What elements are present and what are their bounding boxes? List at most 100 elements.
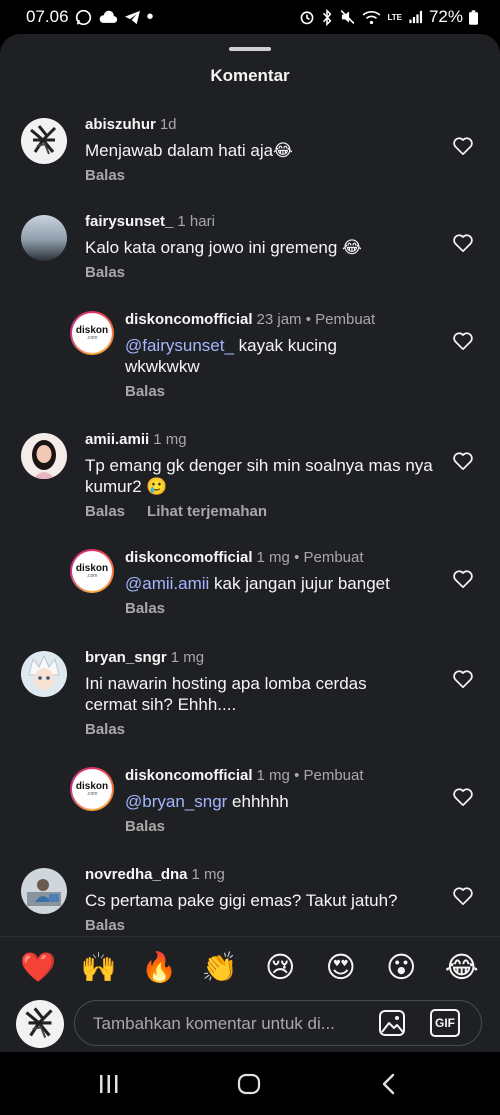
reply-button[interactable]: Balas: [85, 503, 125, 520]
reply-button[interactable]: Balas: [85, 917, 125, 934]
status-right: LTE 72%: [299, 7, 478, 27]
comment-username[interactable]: amii.amii: [85, 431, 149, 448]
heart-icon[interactable]: [452, 136, 474, 156]
my-avatar[interactable]: [16, 1000, 64, 1048]
recent-apps-icon[interactable]: [98, 1074, 120, 1094]
reply-button[interactable]: Balas: [125, 383, 165, 400]
reaction-heart[interactable]: ❤️: [18, 951, 58, 985]
reaction-crying[interactable]: 😢: [260, 950, 300, 985]
reply-button[interactable]: Balas: [85, 721, 125, 738]
drag-handle[interactable]: [229, 47, 271, 51]
comment-actions: Balas: [85, 721, 415, 738]
comment-time: 1 mg: [170, 649, 205, 666]
comment-time: 1 mg: [153, 431, 187, 448]
telegram-icon: [124, 10, 140, 24]
mention-link[interactable]: @fairysunset_: [125, 336, 234, 355]
avatar[interactable]: [21, 433, 67, 479]
comment-header: fairysunset_ 1 hari: [85, 213, 415, 231]
comment-input[interactable]: Tambahkan komentar untuk di... GIF: [74, 1000, 482, 1046]
heart-icon[interactable]: [452, 331, 474, 351]
mute-icon: [340, 10, 355, 24]
mention-link[interactable]: @bryan_sngr: [125, 792, 227, 811]
comment-time: 1 mg: [256, 767, 290, 784]
status-time: 07.06: [26, 7, 69, 26]
gif-button[interactable]: GIF: [430, 1009, 460, 1037]
comment-actions: Balas: [125, 600, 455, 617]
comment-text: @bryan_sngr ehhhhh: [125, 791, 455, 812]
comment-body: diskoncomofficial 23 jam • Pembuat @fairy…: [125, 311, 455, 400]
comment-actions: Balas: [85, 167, 415, 184]
avatar-portrait-image: [32, 440, 56, 479]
heart-icon[interactable]: [452, 787, 474, 807]
reaction-raised-hands[interactable]: 🙌: [79, 951, 119, 985]
diskon-logo-sub: .com: [86, 790, 98, 797]
comment-header: diskoncomofficial 1 mg • Pembuat: [125, 549, 455, 567]
see-translation-button[interactable]: Lihat terjemahan: [147, 503, 267, 520]
heart-icon[interactable]: [452, 569, 474, 589]
comment-time: 1d: [159, 116, 177, 133]
comment-body: abiszuhur 1d Menjawab dalam hati aja😂 Bal…: [85, 116, 415, 184]
network-label: LTE: [387, 12, 402, 22]
comments-sheet: Komentar abiszuhur 1d Menjawab dalam hati…: [0, 34, 500, 1052]
reply-button[interactable]: Balas: [85, 167, 125, 184]
home-icon[interactable]: [237, 1073, 261, 1095]
comment-composer: Tambahkan komentar untuk di... GIF: [0, 998, 500, 1052]
avatar-diskon[interactable]: diskon .com: [70, 311, 114, 355]
comment-time: 23 jam: [256, 311, 302, 328]
avatar-diskon[interactable]: diskon .com: [70, 767, 114, 811]
heart-icon[interactable]: [452, 233, 474, 253]
comment-header: diskoncomofficial 23 jam • Pembuat: [125, 311, 455, 329]
avatar-diskon[interactable]: diskon .com: [70, 549, 114, 593]
comment-text: Cs pertama pake gigi emas? Takut jatuh?: [85, 891, 398, 910]
avatar[interactable]: [21, 651, 67, 697]
diskon-logo: diskon .com: [72, 551, 112, 591]
comment-text: Kalo kata orang jowo ini gremeng 😂: [85, 238, 362, 257]
heart-icon[interactable]: [452, 451, 474, 471]
reply-button[interactable]: Balas: [85, 264, 125, 281]
mention-link[interactable]: @amii.amii: [125, 574, 209, 593]
reaction-surprised[interactable]: 😮: [381, 950, 421, 985]
reply-button[interactable]: Balas: [125, 818, 165, 835]
creator-badge: • Pembuat: [294, 549, 364, 566]
avatar-sketch-image: [30, 125, 57, 155]
comment-username[interactable]: novredha_dna: [85, 866, 188, 883]
comment-text: Menjawab dalam hati aja😂: [85, 141, 293, 160]
status-left: 07.06 •: [26, 7, 154, 27]
comment-text-content: ehhhhh: [227, 792, 289, 811]
reaction-heart-eyes[interactable]: 😍: [321, 950, 361, 985]
avatar[interactable]: [21, 868, 67, 914]
comment-username[interactable]: bryan_sngr: [85, 649, 167, 666]
reaction-fire[interactable]: 🔥: [139, 951, 179, 985]
creator-badge: • Pembuat: [294, 767, 364, 784]
comment-time: 1 hari: [177, 213, 215, 230]
heart-icon[interactable]: [452, 669, 474, 689]
comment-text-content: kak jangan jujur banget: [209, 574, 390, 593]
comment-username[interactable]: diskoncomofficial: [125, 549, 253, 566]
diskon-logo: diskon .com: [72, 313, 112, 353]
comment-actions: Balas: [125, 383, 455, 400]
creator-badge: • Pembuat: [305, 311, 376, 328]
avatar[interactable]: [21, 118, 67, 164]
system-navigation-bar: [0, 1052, 500, 1115]
comment-username[interactable]: abiszuhur: [85, 116, 156, 133]
comment-username[interactable]: fairysunset_: [85, 213, 173, 230]
battery-icon: [469, 9, 478, 25]
comment-text: Tp emang gk denger sih min soalnya mas n…: [85, 456, 433, 496]
reaction-clap[interactable]: 👏: [200, 951, 240, 985]
image-icon[interactable]: [378, 1009, 406, 1037]
heart-icon[interactable]: [452, 886, 474, 906]
back-icon[interactable]: [381, 1073, 397, 1095]
diskon-logo-text: diskon: [75, 780, 109, 792]
reply-button[interactable]: Balas: [125, 600, 165, 617]
avatar-photo-image: [27, 879, 61, 906]
status-bar: 07.06 • LTE 72%: [0, 0, 500, 34]
comment-actions: Balas: [85, 264, 415, 281]
gif-label: GIF: [435, 1016, 455, 1030]
reaction-laughing[interactable]: 😂: [442, 950, 482, 985]
comment-time: 1 mg: [256, 549, 290, 566]
avatar[interactable]: [21, 215, 67, 261]
comment-header: novredha_dna 1 mg: [85, 866, 445, 884]
comment-username[interactable]: diskoncomofficial: [125, 767, 253, 784]
comment-header: amii.amii 1 mg: [85, 431, 445, 449]
comment-username[interactable]: diskoncomofficial: [125, 311, 253, 328]
